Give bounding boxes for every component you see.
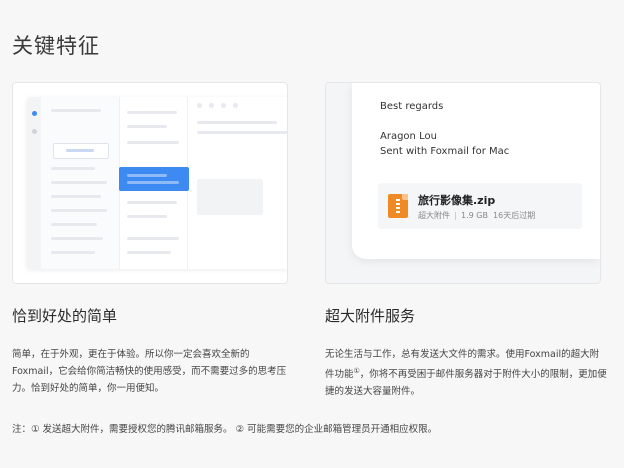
- attachment-card[interactable]: 旅行影像集.zip 超大附件 1.9 GB 16天后过期: [378, 183, 582, 229]
- attachment-file-name: 旅行影像集.zip: [418, 194, 496, 207]
- mockup-sidebar-rail: [27, 97, 41, 269]
- feature-title-attachment: 超大附件服务: [325, 307, 416, 325]
- mockup-dot: [32, 111, 37, 116]
- attachment-size: 1.9 GB: [461, 211, 488, 220]
- mockup-dot: [32, 129, 37, 134]
- mockup-content-block: [197, 179, 263, 215]
- attachment-meta: 超大附件 1.9 GB 16天后过期: [418, 210, 535, 221]
- mockup-compose-button: [53, 143, 109, 159]
- feature-title-simple: 恰到好处的简单: [12, 307, 118, 325]
- mail-sender-name: Aragon Lou: [380, 131, 437, 142]
- mockup-folder-column: [41, 97, 120, 269]
- mail-preview: Best regards Aragon Lou Sent with Foxmai…: [352, 83, 600, 259]
- simple-ui-illustration: [12, 82, 288, 284]
- zip-file-icon: [388, 194, 408, 218]
- attachment-type: 超大附件: [418, 211, 450, 220]
- mail-regards: Best regards: [380, 101, 444, 112]
- feature-desc-text: ，你将不再受困于邮件服务器对于附件大小的限制，更加便捷的发送大容量附件。: [325, 369, 607, 398]
- mail-app-mockup: [27, 97, 287, 269]
- meta-divider: [455, 211, 456, 220]
- footnote: 注：① 发送超大附件，需要授权您的腾讯邮箱服务。 ② 可能需要您的企业邮箱管理员…: [12, 424, 438, 435]
- mockup-selected-mail: [119, 167, 189, 191]
- mail-signature: Sent with Foxmail for Mac: [380, 146, 510, 157]
- attachment-illustration: Best regards Aragon Lou Sent with Foxmai…: [325, 82, 601, 284]
- page-title: 关键特征: [12, 34, 100, 58]
- feature-desc-simple: 简单，在于外观，更在于体验。所以你一定会喜欢全新的Foxmail，它会给你简洁畅…: [12, 349, 287, 394]
- feature-desc-attachment: 无论生活与工作，总有发送大文件的需求。使用Foxmail的超大附件功能①，你将不…: [325, 346, 607, 400]
- attachment-expiry: 16天后过期: [493, 211, 536, 220]
